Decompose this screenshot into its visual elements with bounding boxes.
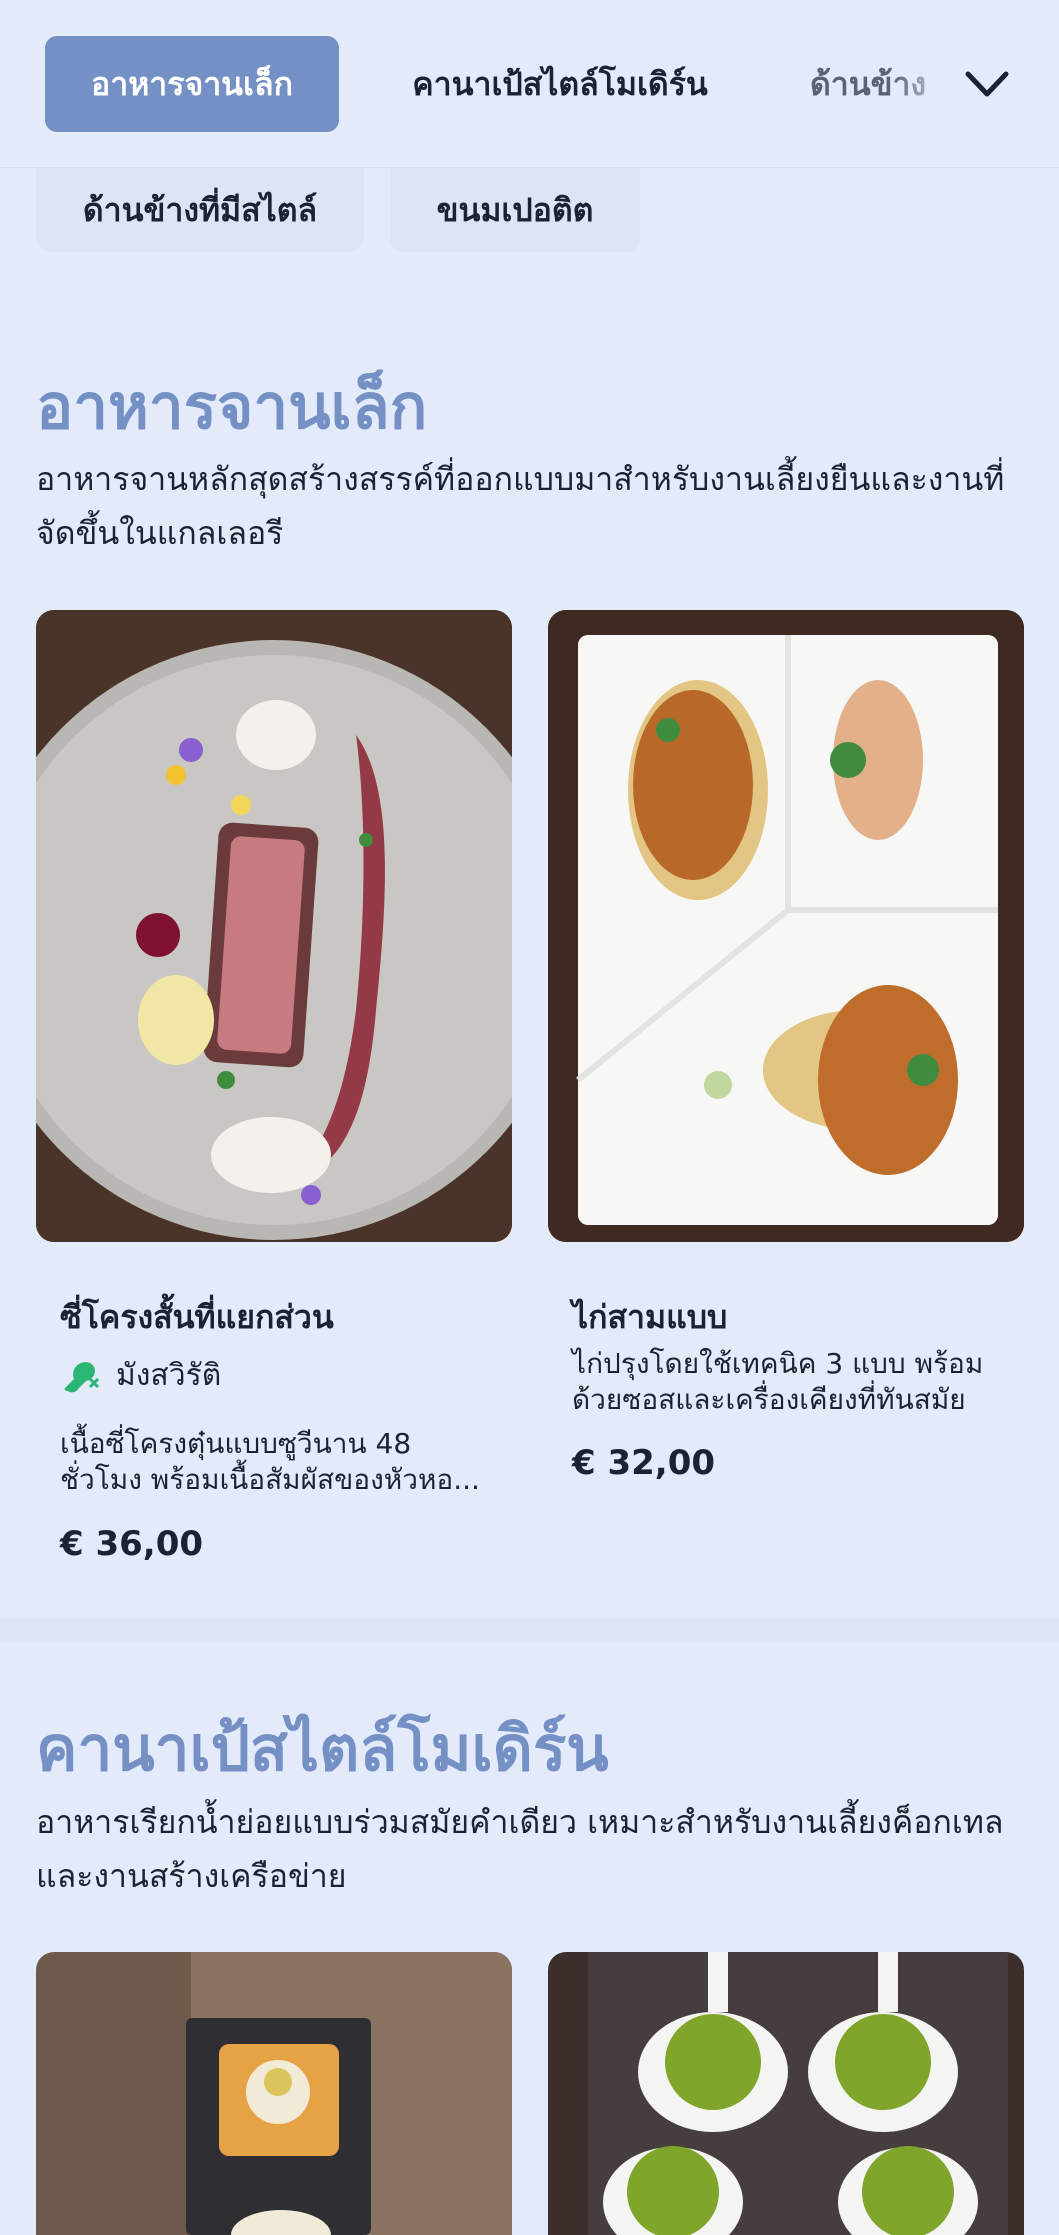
- dish-desc-short-rib: เนื้อซี่โครงตุ๋นแบบซูวีนาน 48 ชั่วโมง พร…: [60, 1427, 480, 1496]
- category-tab-bar: อาหารจานเล็ก คานาเป้สไตล์โมเดิร์น ด้านข้…: [0, 0, 1059, 168]
- vegetarian-tag: มังสวิรัติ: [60, 1352, 221, 1399]
- dish-desc-chicken-three-ways: ไก่ปรุงโดยใช้เทคนิค 3 แบบ พร้อมด้วยซอสแล…: [572, 1347, 984, 1416]
- section-desc-small-plates: อาหารจานหลักสุดสร้างสรรค์ที่ออกแบบมาสำหร…: [36, 460, 1005, 552]
- vegetarian-drumstick-icon: [64, 1361, 100, 1392]
- section-divider: [0, 1617, 1059, 1641]
- section-title-modern-canapes: คานาเป้สไตล์โมเดิร์น: [36, 1712, 609, 1785]
- tab-modern-canapes[interactable]: คานาเป้สไตล์โมเดิร์น: [390, 36, 730, 132]
- dish-title-chicken-three-ways[interactable]: ไก่สามแบบ: [572, 1292, 727, 1343]
- vegetarian-label: มังสวิรัติ: [116, 1358, 222, 1393]
- dish-price-chicken-three-ways: € 32,00: [572, 1443, 716, 1483]
- section-title-small-plates: อาหารจานเล็ก: [36, 370, 428, 443]
- canape-image-2[interactable]: [548, 1952, 1024, 2235]
- tab-sides[interactable]: ด้านข้าง: [810, 36, 960, 132]
- dish-image-chicken-three-ways[interactable]: [548, 610, 1024, 1242]
- canape-image-1[interactable]: [36, 1952, 512, 2235]
- tab-small-plates[interactable]: อาหารจานเล็ก: [45, 36, 339, 132]
- tab-petit-fours[interactable]: ขนมเปอติต: [390, 168, 640, 252]
- dish-image-short-rib[interactable]: [36, 610, 512, 1242]
- section-desc-modern-canapes: อาหารเรียกน้ำย่อยแบบร่วมสมัยคำเดียว เหมา…: [36, 1803, 1004, 1895]
- chevron-down-icon[interactable]: [962, 62, 1012, 106]
- dish-title-short-rib[interactable]: ซี่โครงสั้นที่แยกส่วน: [60, 1292, 334, 1343]
- tab-stylish-sides[interactable]: ด้านข้างที่มีสไตล์: [36, 168, 364, 252]
- dish-price-short-rib: € 36,00: [60, 1524, 204, 1564]
